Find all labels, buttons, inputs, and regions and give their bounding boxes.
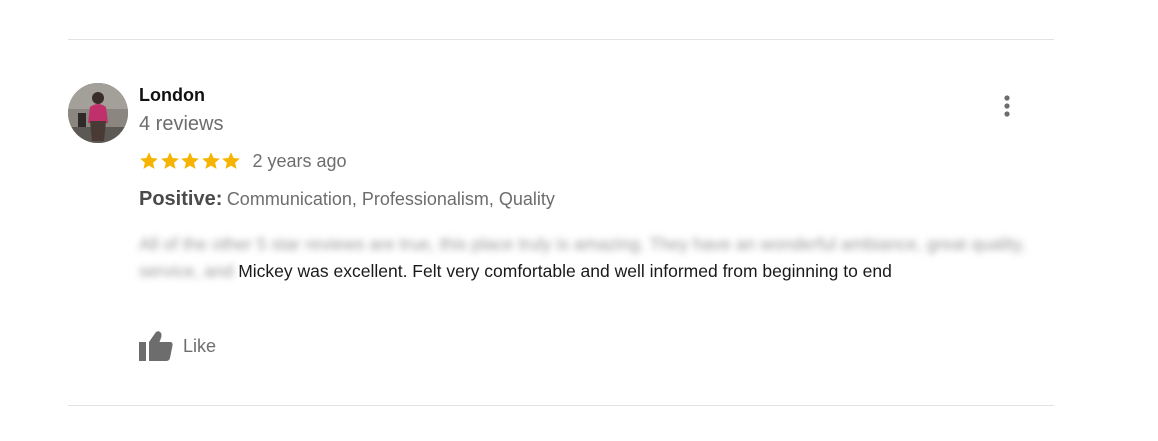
star-icon [201, 152, 220, 169]
like-button[interactable]: Like [139, 329, 216, 363]
reviewer-name[interactable]: London [139, 84, 205, 106]
star-rating [139, 151, 242, 171]
like-label: Like [183, 335, 217, 356]
reviews-count: 4 reviews [139, 113, 224, 135]
rating-row: 2 years ago [139, 149, 347, 173]
star-icon [222, 152, 240, 169]
bottom-divider [68, 405, 1054, 406]
star-icon [160, 152, 179, 169]
review-date: 2 years ago [252, 150, 347, 171]
more-options-button[interactable] [996, 94, 1018, 120]
top-divider [68, 39, 1054, 40]
positive-label: Positive: [139, 188, 223, 210]
positive-attributes: Positive: Communication, Professionalism… [139, 186, 555, 214]
star-icon [181, 152, 199, 169]
positive-values: Communication, Professionalism, Quality [226, 189, 555, 209]
review-text-visible: Mickey was excellent. Felt very comforta… [233, 261, 892, 281]
avatar[interactable] [68, 83, 128, 143]
more-vertical-icon [1004, 95, 1010, 117]
thumbs-up-icon [139, 331, 173, 361]
review-text: All of the other 5 star reviews are true… [139, 231, 1049, 285]
star-icon [140, 152, 158, 169]
